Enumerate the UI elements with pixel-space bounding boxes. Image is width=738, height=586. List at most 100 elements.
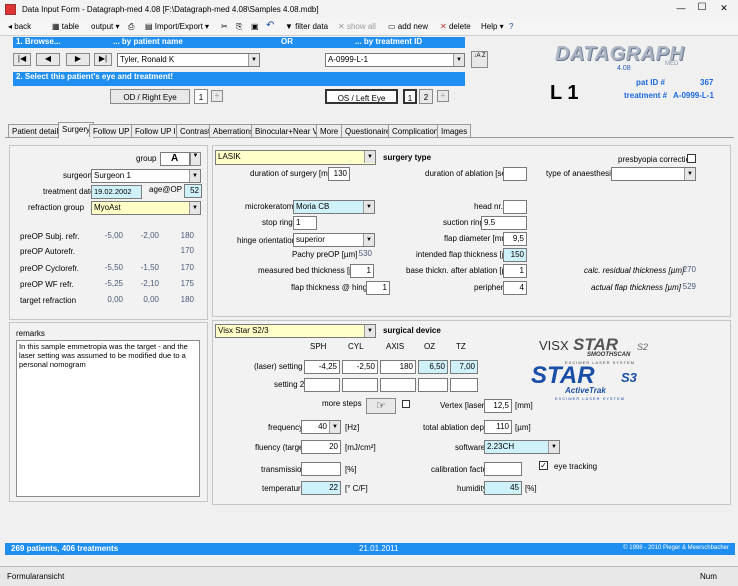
cut-icon[interactable]: ✂ [221,22,228,31]
filter-button[interactable]: ▼ filter data [285,22,328,31]
stop-ring-field[interactable]: 1 [293,216,317,230]
back-button[interactable]: ◂ back [8,22,31,31]
eye-tracking-checkbox[interactable]: ✓ [539,461,548,470]
refraction-sph-value[interactable]: -5,50 [95,262,125,276]
refraction-sph-value[interactable] [95,245,125,259]
laser-setting-1-cyl[interactable]: -2,50 [342,360,378,374]
tab-images[interactable]: Images [437,124,472,137]
tab-follow-up-2[interactable]: Follow UP II [131,124,182,137]
laser-setting-1-tz[interactable]: 7,00 [450,360,478,374]
chevron-down-icon[interactable]: ▼ [329,421,340,433]
paste-icon[interactable]: ▣ [251,22,259,31]
chevron-down-icon[interactable]: ▼ [248,54,259,66]
print-icon[interactable]: ⎙ [128,22,134,32]
chevron-down-icon[interactable]: ▼ [189,202,200,214]
refraction-sph-value[interactable]: -5,00 [95,230,125,244]
chevron-down-icon[interactable]: ▼ [453,54,464,66]
os-add-button[interactable]: + [437,90,449,102]
laser-setting-2-tz[interactable] [450,378,478,392]
sort-button[interactable]: ↓A Z [471,51,488,68]
transmission-field[interactable] [301,462,341,476]
laser-setting-1-oz[interactable]: 6,50 [418,360,448,374]
refraction-axis-value[interactable]: 180 [166,230,196,244]
next-record-button[interactable]: ▶ [66,53,90,66]
table-button[interactable]: ▦ table [52,22,79,31]
od-add-button[interactable]: + [211,90,223,102]
chevron-down-icon[interactable]: ▼ [684,168,695,180]
chevron-down-icon[interactable]: ▼ [189,170,200,182]
group-select[interactable]: A [160,152,190,166]
humidity-field[interactable]: 45 [484,481,522,495]
refraction-axis-value[interactable]: 180 [166,294,196,308]
peripher-field[interactable]: 4 [503,281,527,295]
duration-surgery-field[interactable]: 130 [328,167,350,181]
ablation-depth-field[interactable]: 110 [484,420,512,434]
more-steps-button[interactable]: ☞ [366,398,396,414]
os-treatment-2[interactable]: 2 [419,89,433,104]
flap-hinge-field[interactable]: 1 [366,281,390,295]
refraction-cyl-value[interactable] [131,245,161,259]
laser-setting-1-sph[interactable]: -4,25 [304,360,340,374]
laser-setting-1-axis[interactable]: 180 [380,360,416,374]
refraction-axis-value[interactable]: 170 [166,245,196,259]
more-steps-checkbox[interactable] [402,400,410,408]
chevron-down-icon[interactable]: ▼ [548,441,559,453]
refraction-axis-value[interactable]: 170 [166,262,196,276]
device-select[interactable]: Visx Star S2/3 ▼ [215,324,376,338]
hinge-orientation-select[interactable]: superior ▼ [293,233,375,247]
os-left-eye-button[interactable]: OS / Left Eye [325,89,398,104]
refraction-group-select[interactable]: MyoAst ▼ [91,201,201,215]
tab-more[interactable]: More [316,124,343,137]
treatment-id-select[interactable]: A-0999-L-1 ▼ [325,53,465,67]
bed-thickness-field[interactable]: 1 [350,264,374,278]
frequency-select[interactable]: 40 ▼ [301,420,341,434]
prev-record-button[interactable]: ◀ [36,53,60,66]
patient-name-select[interactable]: Tyler, Ronald K ▼ [117,53,260,67]
add-new-button[interactable]: ▭ add new [388,22,428,31]
close-button[interactable]: ✕ [714,3,734,14]
help-button[interactable]: Help ▾ [481,22,504,31]
group-dropdown[interactable]: ▼ [190,152,201,166]
chevron-down-icon[interactable]: ▼ [363,201,374,213]
temperature-field[interactable]: 22 [301,481,341,495]
refraction-axis-value[interactable]: 175 [166,278,196,292]
chevron-down-icon[interactable]: ▼ [364,151,375,163]
refraction-cyl-value[interactable]: -2,10 [131,278,161,292]
base-thickness-field[interactable]: 1 [503,264,527,278]
od-treatment-1[interactable]: 1 [194,89,208,104]
remarks-textarea[interactable]: In this sample emmetropia was the target… [16,340,200,497]
laser-setting-2-cyl[interactable] [342,378,378,392]
fluency-field[interactable]: 20 [301,440,341,454]
tab-questionaire[interactable]: Questionaire [341,124,395,137]
treatment-date-field[interactable]: 19.02.2002 [91,185,142,199]
age-field[interactable]: 52 [184,184,202,198]
flap-diameter-field[interactable]: 9,5 [503,232,527,246]
refraction-cyl-value[interactable]: -1,50 [131,262,161,276]
suction-ring-field[interactable]: 9.5 [481,216,527,230]
intended-flap-field[interactable]: 150 [503,248,527,262]
last-record-button[interactable]: ▶| [94,53,112,66]
surgeon-select[interactable]: Surgeon 1 ▼ [91,169,201,183]
calibration-field[interactable] [484,462,522,476]
laser-setting-2-axis[interactable] [380,378,416,392]
output-button[interactable]: output ▾ [91,22,120,31]
copy-icon[interactable]: ⎘ [236,22,242,32]
refraction-cyl-value[interactable]: 0,00 [131,294,161,308]
refraction-sph-value[interactable]: -5,25 [95,278,125,292]
undo-icon[interactable]: ↶ [266,20,274,31]
chevron-down-icon[interactable]: ▼ [363,234,374,246]
os-treatment-1[interactable]: 1 [403,89,417,104]
laser-setting-2-oz[interactable] [418,378,448,392]
anaesthesia-select[interactable]: ▼ [611,167,696,181]
head-nr-field[interactable] [503,200,527,214]
help-icon[interactable]: ? [509,22,513,31]
presbyopia-checkbox[interactable] [687,154,696,163]
software-select[interactable]: 2.23CH ▼ [484,440,560,454]
maximize-button[interactable]: ☐ [692,2,712,13]
refraction-sph-value[interactable]: 0,00 [95,294,125,308]
od-right-eye-button[interactable]: OD / Right Eye [110,89,190,104]
vertex-field[interactable]: 12,5 [484,399,512,413]
refraction-cyl-value[interactable]: -2,00 [131,230,161,244]
microkeratome-select[interactable]: Moria CB ▼ [293,200,375,214]
laser-setting-2-sph[interactable] [304,378,340,392]
